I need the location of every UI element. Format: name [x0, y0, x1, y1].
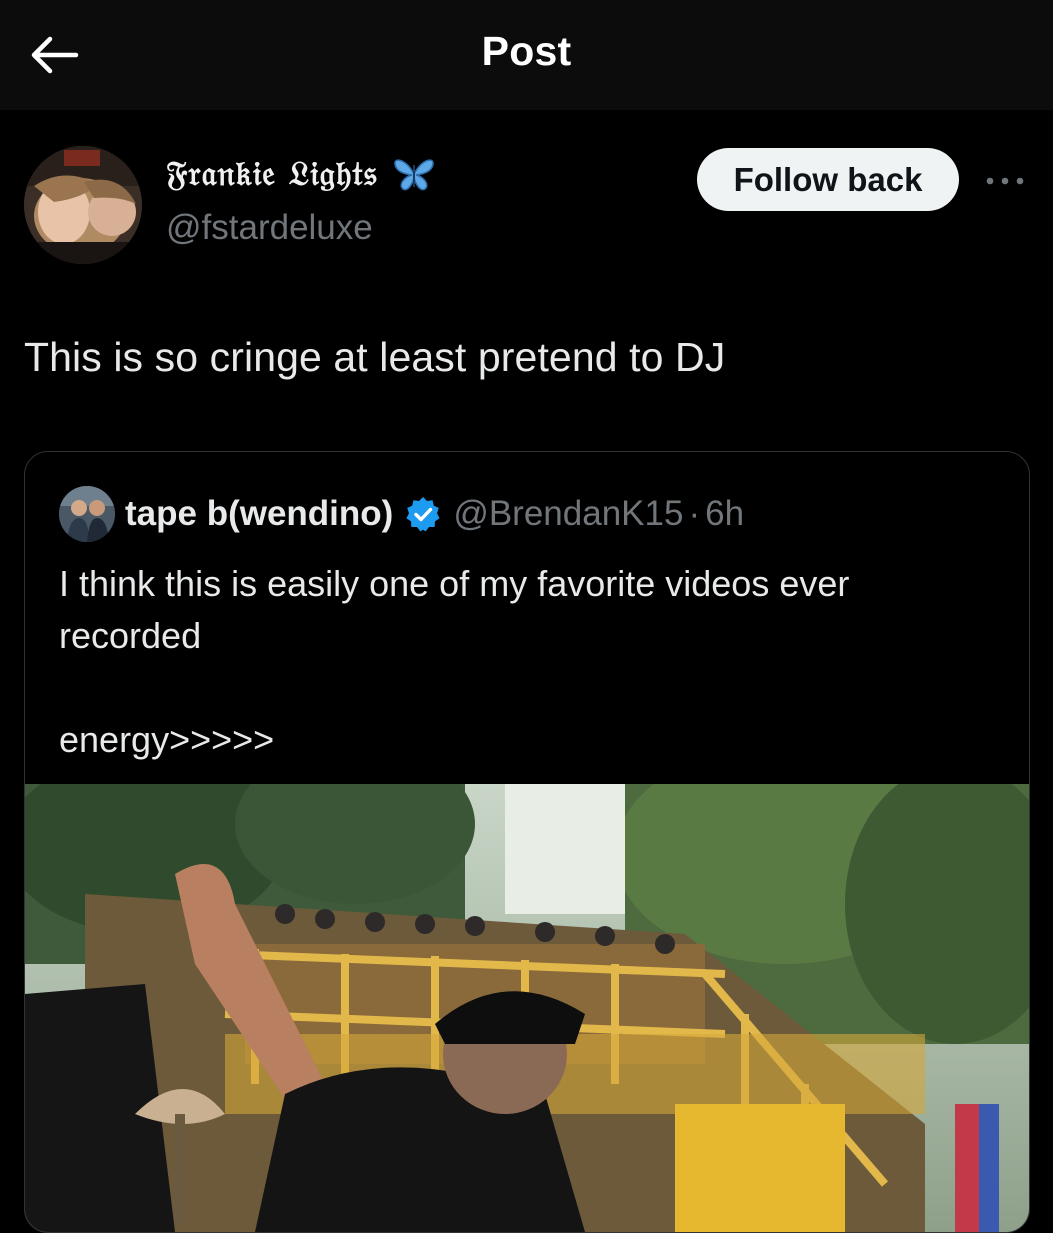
top-bar: Post	[0, 0, 1053, 110]
avatar-image	[24, 146, 142, 264]
quoted-avatar-image	[59, 486, 115, 542]
author-handle[interactable]: @fstardeluxe	[166, 208, 373, 248]
follow-back-button[interactable]: Follow back	[697, 148, 959, 211]
post-text: This is so cringe at least pretend to DJ	[24, 334, 726, 380]
quoted-author-avatar[interactable]	[59, 486, 115, 542]
quoted-post-time[interactable]: 6h	[705, 494, 744, 534]
quoted-post-card[interactable]: tape b(wendino) @BrendanK15 · 6h I think…	[24, 451, 1030, 1233]
quoted-author-handle[interactable]: @BrendanK15	[453, 494, 683, 534]
butterfly-icon	[393, 159, 434, 191]
verified-badge-icon	[405, 496, 441, 532]
author-display-name[interactable]: 𝔉𝔯𝔞𝔫𝔨𝔦𝔢 𝔏𝔦𝔤𝔥𝔱𝔰	[166, 154, 378, 194]
author-name-row[interactable]: 𝔉𝔯𝔞𝔫𝔨𝔦𝔢 𝔏𝔦𝔤𝔥𝔱𝔰	[166, 154, 436, 194]
quoted-author-name[interactable]: tape b(wendino)	[125, 494, 393, 534]
quoted-post-video[interactable]	[25, 784, 1029, 1232]
video-thumbnail	[25, 784, 1029, 1232]
quoted-post-text: I think this is easily one of my favorit…	[59, 563, 850, 760]
quoted-post-header: tape b(wendino) @BrendanK15 · 6h	[59, 486, 744, 542]
more-options-button[interactable]	[980, 166, 1030, 196]
more-horizontal-icon	[986, 177, 1024, 185]
meta-separator: ·	[688, 494, 701, 533]
author-avatar[interactable]	[24, 146, 142, 264]
page-title: Post	[481, 28, 572, 74]
